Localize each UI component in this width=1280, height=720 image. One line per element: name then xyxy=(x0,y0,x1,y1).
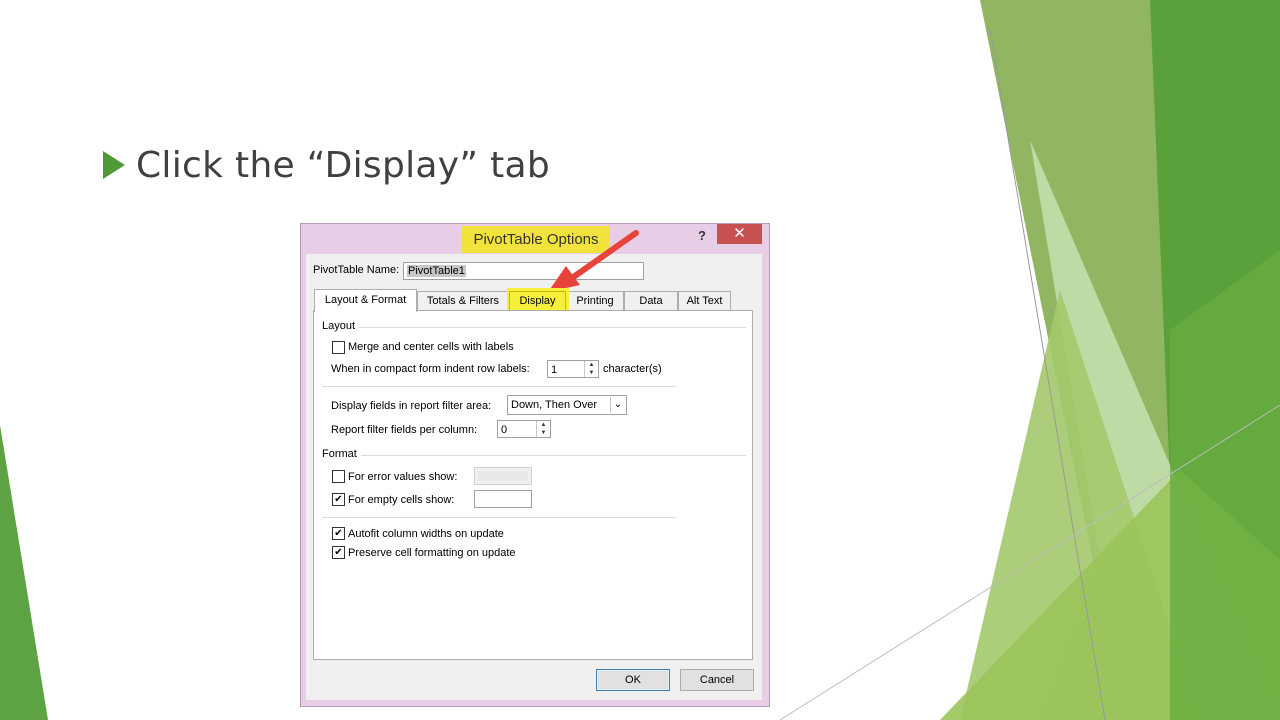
pivottable-name-input[interactable]: PivotTable1 xyxy=(403,262,644,280)
display-fields-select[interactable]: Down, Then Over ⌄ xyxy=(507,395,627,415)
format-group-title: Format xyxy=(322,448,361,460)
preserve-formatting-label: Preserve cell formatting on update xyxy=(348,547,516,559)
ok-button[interactable]: OK xyxy=(596,669,670,691)
bullet-arrow-icon xyxy=(103,151,125,179)
tab-display[interactable]: Display xyxy=(509,291,566,310)
tab-totals-filters[interactable]: Totals & Filters xyxy=(417,291,509,310)
pivottable-name-label: PivotTable Name: xyxy=(313,264,400,276)
error-values-label: For error values show: xyxy=(348,471,458,483)
spin-down-icon[interactable]: ▼ xyxy=(585,369,598,377)
empty-cells-checkbox[interactable]: ✔ xyxy=(332,493,345,506)
cancel-button[interactable]: Cancel xyxy=(680,669,754,691)
indent-label: When in compact form indent row labels: xyxy=(331,363,530,375)
spin-up-icon[interactable]: ▲ xyxy=(537,421,550,429)
format-group-separator xyxy=(360,455,746,456)
merge-center-checkbox[interactable] xyxy=(332,341,345,354)
pivottable-name-value: PivotTable1 xyxy=(407,265,466,277)
pivottable-options-dialog: PivotTable Options ? ✕ PivotTable Name: … xyxy=(301,224,769,706)
slide-instruction-text: Click the “Display” tab xyxy=(136,144,551,186)
fields-per-column-value: 0 xyxy=(501,424,508,436)
error-values-input[interactable] xyxy=(474,467,532,485)
empty-cells-label: For empty cells show: xyxy=(348,494,455,506)
spin-up-icon[interactable]: ▲ xyxy=(585,361,598,369)
tab-printing[interactable]: Printing xyxy=(566,291,624,310)
tab-layout-format[interactable]: Layout & Format xyxy=(314,289,417,312)
autofit-checkbox[interactable]: ✔ xyxy=(332,527,345,540)
layout-group-title: Layout xyxy=(322,320,360,332)
empty-cells-input[interactable] xyxy=(474,490,532,508)
layout-group-separator xyxy=(356,327,746,328)
dialog-titlebar: PivotTable Options ? ✕ xyxy=(301,224,769,254)
help-button[interactable]: ? xyxy=(691,226,713,246)
preserve-formatting-checkbox[interactable]: ✔ xyxy=(332,546,345,559)
indent-spin-buttons[interactable]: ▲ ▼ xyxy=(584,361,598,377)
layout-format-panel: Layout Merge and center cells with label… xyxy=(313,310,753,660)
tab-alt-text[interactable]: Alt Text xyxy=(678,291,731,310)
autofit-label: Autofit column widths on update xyxy=(348,528,504,540)
display-fields-value: Down, Then Over xyxy=(511,399,598,411)
format-inner-separator xyxy=(322,517,676,518)
dialog-client-area: PivotTable Name: PivotTable1 Layout & Fo… xyxy=(306,254,762,700)
indent-value: 1 xyxy=(551,364,558,376)
chevron-down-icon[interactable]: ⌄ xyxy=(610,397,625,413)
indent-unit-label: character(s) xyxy=(603,363,662,375)
merge-center-label: Merge and center cells with labels xyxy=(348,341,514,353)
tab-data[interactable]: Data xyxy=(624,291,678,310)
close-button[interactable]: ✕ xyxy=(717,224,762,244)
fields-per-column-stepper[interactable]: 0 ▲ ▼ xyxy=(497,420,551,438)
layout-inner-separator xyxy=(322,386,676,387)
fields-per-column-spin-buttons[interactable]: ▲ ▼ xyxy=(536,421,550,437)
slide-bullet: Click the “Display” tab xyxy=(103,140,550,190)
indent-stepper[interactable]: 1 ▲ ▼ xyxy=(547,360,599,378)
display-fields-label: Display fields in report filter area: xyxy=(331,400,492,412)
spin-down-icon[interactable]: ▼ xyxy=(537,429,550,437)
dialog-title: PivotTable Options xyxy=(473,231,599,248)
fields-per-column-label: Report filter fields per column: xyxy=(331,424,478,436)
error-values-checkbox[interactable] xyxy=(332,470,345,483)
